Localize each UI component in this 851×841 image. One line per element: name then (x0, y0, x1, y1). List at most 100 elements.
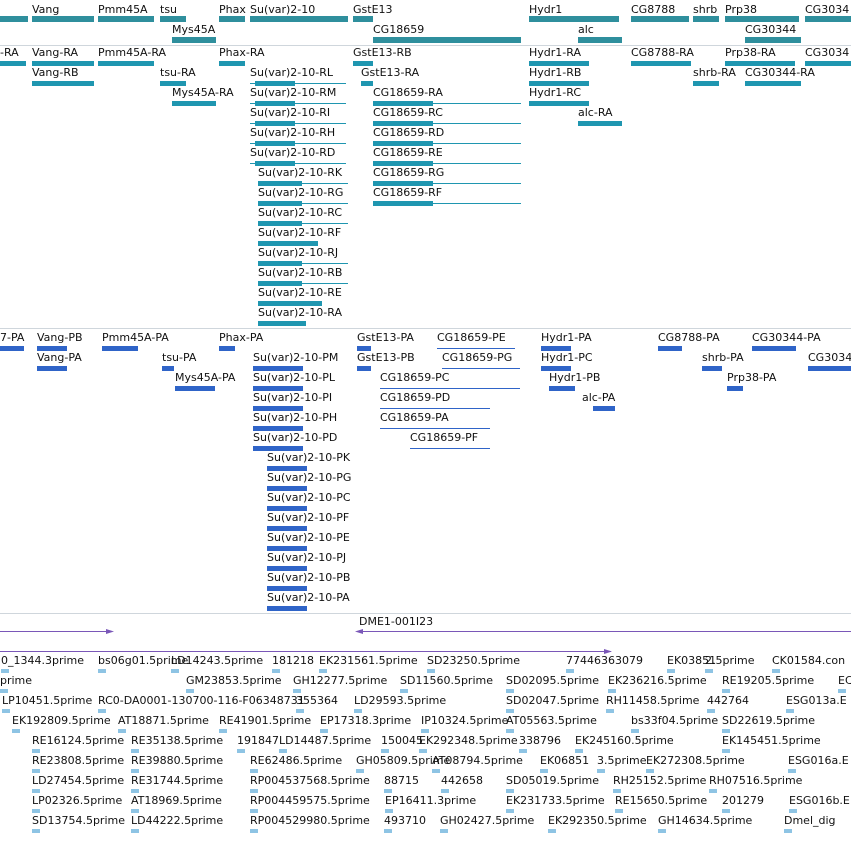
transcript-label[interactable]: Su(var)2-10-RH (250, 126, 335, 139)
protein-feature[interactable] (658, 346, 682, 351)
est-feature[interactable] (171, 669, 179, 673)
protein-label[interactable]: Pmm45A-PA (102, 331, 169, 344)
est-label[interactable]: 442764 (707, 694, 749, 707)
protein-label[interactable]: tsu-PA (162, 351, 196, 364)
est-label[interactable]: AT08794.5prime (432, 754, 523, 767)
transcript-label[interactable]: CG18659-RF (373, 186, 442, 199)
protein-label[interactable]: CG8788-PA (658, 331, 720, 344)
est-label[interactable]: EK231733.5prime (506, 794, 605, 807)
est-label[interactable]: EK245160.5prime (575, 734, 674, 747)
gene-label[interactable]: alc (578, 23, 594, 36)
est-feature[interactable] (131, 789, 139, 793)
est-label[interactable]: 0_1344.3prime (1, 654, 84, 667)
est-label[interactable]: 150045 (381, 734, 423, 747)
est-feature[interactable] (608, 689, 616, 693)
protein-label[interactable]: CG18659-PE (437, 331, 506, 344)
est-label[interactable]: GM23853.5prime (186, 674, 282, 687)
est-feature[interactable] (98, 709, 106, 713)
est-feature[interactable] (506, 809, 514, 813)
transcript-label[interactable]: Su(var)2-10-RA (258, 306, 342, 319)
est-label[interactable]: RE23808.5prime (32, 754, 124, 767)
est-label[interactable]: EK06851 (540, 754, 589, 767)
gene-feature[interactable] (0, 16, 28, 22)
transcript-label[interactable]: CG18659-RD (373, 126, 444, 139)
est-label[interactable]: SD23250.5prime (427, 654, 520, 667)
est-label[interactable]: 2.5prime (705, 654, 755, 667)
protein-label[interactable]: CG30344-PA (752, 331, 821, 344)
est-feature[interactable] (705, 669, 713, 673)
protein-label[interactable]: Hydr1-PC (541, 351, 593, 364)
est-label[interactable]: RP004529980.5prime (250, 814, 370, 827)
gene-label[interactable]: Prp38 (725, 3, 757, 16)
est-label[interactable]: RP004459575.5prime (250, 794, 370, 807)
est-feature[interactable] (384, 789, 392, 793)
est-label[interactable]: 191847 (237, 734, 279, 747)
est-feature[interactable] (419, 749, 427, 753)
est-feature[interactable] (250, 789, 258, 793)
protein-feature[interactable] (175, 386, 215, 391)
gene-label[interactable]: shrb (693, 3, 717, 16)
est-feature[interactable] (707, 709, 715, 713)
est-label[interactable]: RH25152.5prime (613, 774, 706, 787)
gene-feature[interactable] (98, 16, 154, 22)
transcript-label[interactable]: Vang-RB (32, 66, 79, 79)
protein-label[interactable]: Su(var)2-10-PJ (267, 551, 346, 564)
est-label[interactable]: Dmel_dig (784, 814, 836, 827)
est-feature[interactable] (789, 809, 797, 813)
gene-label[interactable]: CG3034 (805, 3, 849, 16)
est-feature[interactable] (12, 729, 20, 733)
est-label[interactable]: RE16124.5prime (32, 734, 124, 747)
transcript-label[interactable]: Su(var)2-10-RG (258, 186, 343, 199)
est-feature[interactable] (131, 769, 139, 773)
est-feature[interactable] (32, 749, 40, 753)
est-label[interactable]: SD02047.5prime (506, 694, 599, 707)
est-feature[interactable] (279, 749, 287, 753)
est-feature[interactable] (320, 729, 328, 733)
est-label[interactable]: SD22619.5prime (722, 714, 815, 727)
est-label[interactable]: LP02326.5prime (32, 794, 122, 807)
est-feature[interactable] (0, 689, 8, 693)
est-label[interactable]: prime (0, 674, 32, 687)
est-label[interactable]: AT05563.5prime (506, 714, 597, 727)
est-feature[interactable] (118, 729, 126, 733)
transcript-label[interactable]: Hydr1-RC (529, 86, 581, 99)
transcript-label[interactable]: Su(var)2-10-RI (250, 106, 330, 119)
gene-label[interactable]: Hydr1 (529, 3, 562, 16)
protein-label[interactable]: Su(var)2-10-PE (267, 531, 350, 544)
protein-feature[interactable] (0, 346, 24, 351)
est-label[interactable]: AT18871.5prime (118, 714, 209, 727)
est-label[interactable]: LD14243.5prime (171, 654, 263, 667)
est-label[interactable]: 3.5prime (597, 754, 647, 767)
est-label[interactable]: 493710 (384, 814, 426, 827)
est-feature[interactable] (722, 689, 730, 693)
protein-label[interactable]: Su(var)2-10-PM (253, 351, 338, 364)
est-feature[interactable] (250, 769, 258, 773)
transcript-label[interactable]: alc-RA (578, 106, 613, 119)
est-label[interactable]: IP10324.5prime (421, 714, 508, 727)
est-label[interactable]: SD05019.5prime (506, 774, 599, 787)
est-label[interactable]: SD13754.5prime (32, 814, 125, 827)
est-label[interactable]: LD14487.5prime (279, 734, 371, 747)
transcript-label[interactable]: CG30344-RA (745, 66, 815, 79)
transcript-label[interactable]: Mys45A-RA (172, 86, 234, 99)
transcript-feature[interactable] (361, 81, 373, 86)
protein-label[interactable]: Su(var)2-10-PA (267, 591, 350, 604)
est-feature[interactable] (250, 809, 258, 813)
est-feature[interactable] (613, 789, 621, 793)
est-label[interactable]: ESG016b.E (789, 794, 850, 807)
protein-label[interactable]: shrb-PA (702, 351, 744, 364)
est-feature[interactable] (606, 709, 614, 713)
transcript-label[interactable]: Su(var)2-10-RD (250, 146, 335, 159)
est-feature[interactable] (1, 669, 9, 673)
gene-label[interactable]: Su(var)2-10 (250, 3, 315, 16)
est-label[interactable]: RE19205.5prime (722, 674, 814, 687)
protein-label[interactable]: Hydr1-PB (549, 371, 600, 384)
est-feature[interactable] (440, 829, 448, 833)
transcript-label[interactable]: Su(var)2-10-RC (258, 206, 342, 219)
transcript-label[interactable]: Vang-RA (32, 46, 78, 59)
clone-line[interactable] (359, 631, 851, 632)
est-label[interactable]: LD29593.5prime (354, 694, 446, 707)
est-label[interactable]: RE62486.5prime (250, 754, 342, 767)
protein-label[interactable]: Su(var)2-10-PF (267, 511, 349, 524)
est-label[interactable]: RE41901.5prime (219, 714, 311, 727)
